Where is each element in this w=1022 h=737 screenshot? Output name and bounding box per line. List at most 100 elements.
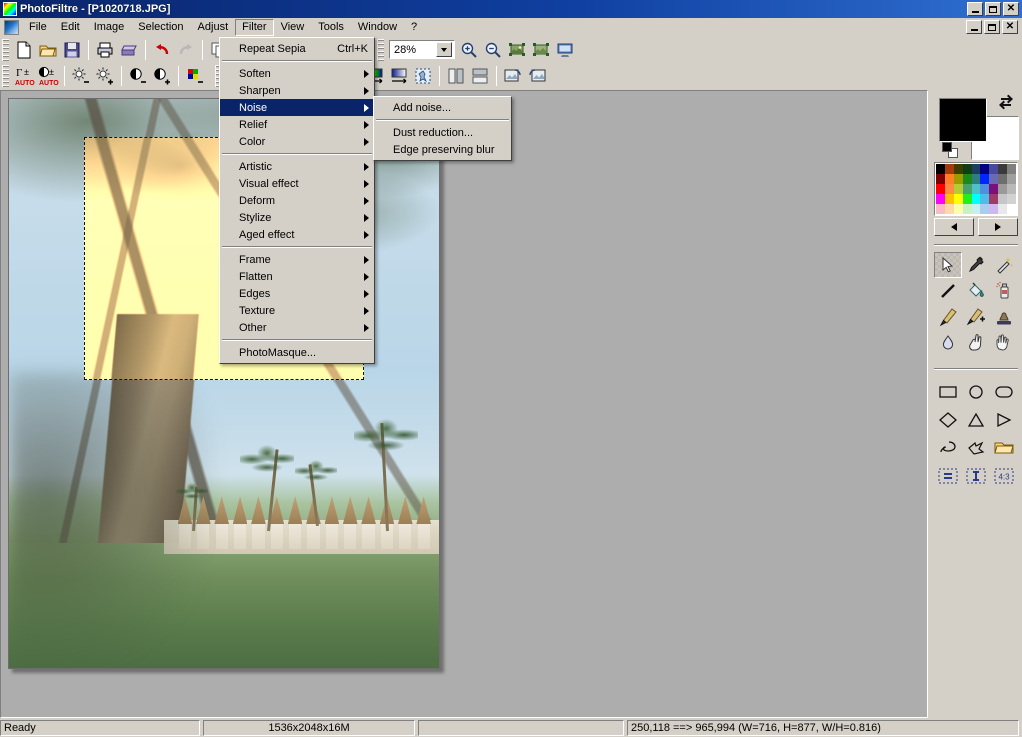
palette-swatch[interactable] [953, 184, 963, 194]
menu-file[interactable]: File [22, 19, 54, 36]
palette-swatch[interactable] [953, 174, 963, 184]
palette-swatch[interactable] [936, 194, 945, 204]
menu-item-edge-preserving-blur[interactable]: Edge preserving blur [374, 141, 511, 158]
mdi-restore-button[interactable] [984, 20, 1000, 34]
palette-swatch[interactable] [998, 204, 1008, 214]
auto-levels-button[interactable]: Γ ± AUTO [12, 64, 36, 87]
triangle-selection[interactable] [962, 406, 990, 434]
palette-swatch[interactable] [980, 174, 990, 184]
minimize-button[interactable] [967, 2, 983, 16]
palette-swatch[interactable] [971, 204, 981, 214]
open-button[interactable] [36, 38, 60, 61]
menu-item-visual-effect[interactable]: Visual effect [220, 175, 374, 192]
zoom-out-button[interactable] [481, 38, 505, 61]
foreground-color-swatch[interactable] [939, 98, 987, 142]
contrast-up-button[interactable] [150, 64, 174, 87]
flip-horizontal-button[interactable] [444, 64, 468, 87]
actual-size-button[interactable] [529, 38, 553, 61]
toolbar-grip[interactable] [2, 64, 9, 87]
palette-swatch[interactable] [980, 164, 990, 174]
menu-item-relief[interactable]: Relief [220, 116, 374, 133]
palette-swatch[interactable] [971, 174, 981, 184]
print-button[interactable] [93, 38, 117, 61]
palette-swatch[interactable] [953, 164, 963, 174]
spray-tool[interactable] [990, 278, 1018, 304]
palette-swatch[interactable] [980, 204, 990, 214]
palette-swatch[interactable] [944, 164, 954, 174]
menu-image[interactable]: Image [87, 19, 132, 36]
polygon-selection[interactable] [962, 434, 990, 462]
filter-dropdown-menu[interactable]: Repeat Sepia Ctrl+K Soften Sharpen Noise Reli… [219, 37, 375, 364]
palette-swatch[interactable] [1007, 174, 1016, 184]
rotate-right-button[interactable] [525, 64, 549, 87]
close-button[interactable]: ✕ [1003, 2, 1019, 16]
load-selection[interactable] [990, 434, 1018, 462]
palette-swatch[interactable] [936, 184, 945, 194]
palette-swatch[interactable] [1007, 164, 1016, 174]
paint-bucket-tool[interactable] [962, 278, 990, 304]
menu-adjust[interactable]: Adjust [191, 19, 236, 36]
brightness-down-button[interactable] [69, 64, 93, 87]
menu-item-frame[interactable]: Frame [220, 251, 374, 268]
undo-button[interactable] [150, 38, 174, 61]
palette-swatch[interactable] [962, 174, 972, 184]
palette-swatch[interactable] [1007, 184, 1016, 194]
palette-swatch[interactable] [953, 194, 963, 204]
flip-vertical-button[interactable] [468, 64, 492, 87]
palette-swatch[interactable] [1007, 204, 1016, 214]
ellipse-selection[interactable] [962, 378, 990, 406]
contrast-down-button[interactable] [126, 64, 150, 87]
menu-item-other[interactable]: Other [220, 319, 374, 336]
color-balance-button[interactable] [183, 64, 207, 87]
palette-swatch[interactable] [953, 204, 963, 214]
menu-item-photomasque[interactable]: PhotoMasque... [220, 344, 374, 361]
menu-window[interactable]: Window [351, 19, 404, 36]
toolbar-grip[interactable] [377, 38, 384, 61]
palette-swatch[interactable] [962, 164, 972, 174]
fixed-size-selection[interactable] [962, 462, 990, 490]
palette-swatch[interactable] [989, 174, 999, 184]
menu-view[interactable]: View [274, 19, 312, 36]
diamond-selection[interactable] [934, 406, 962, 434]
linear-gradient-button[interactable] [387, 64, 411, 87]
document-icon[interactable] [4, 20, 19, 35]
waterdrop-tool[interactable] [934, 330, 962, 356]
palette-swatch[interactable] [944, 184, 954, 194]
palette-swatch[interactable] [989, 204, 999, 214]
menu-item-repeat-sepia[interactable]: Repeat Sepia Ctrl+K [220, 40, 374, 57]
palette-swatch[interactable] [944, 174, 954, 184]
menu-item-flatten[interactable]: Flatten [220, 268, 374, 285]
default-colors-icon[interactable] [942, 142, 960, 158]
menu-item-deform[interactable]: Deform [220, 192, 374, 209]
palette-swatch[interactable] [989, 164, 999, 174]
palette-swatch[interactable] [971, 164, 981, 174]
lasso-selection[interactable] [934, 434, 962, 462]
palette-swatch[interactable] [989, 194, 999, 204]
new-button[interactable] [12, 38, 36, 61]
fit-image-button[interactable] [505, 38, 529, 61]
palette-swatch[interactable] [936, 174, 945, 184]
palette-swatch[interactable] [998, 174, 1008, 184]
mdi-minimize-button[interactable] [966, 20, 982, 34]
menu-item-stylize[interactable]: Stylize [220, 209, 374, 226]
chevron-down-icon[interactable] [436, 42, 452, 57]
brightness-up-button[interactable] [93, 64, 117, 87]
rounded-rectangle-selection[interactable] [990, 378, 1018, 406]
hand-tool[interactable] [990, 330, 1018, 356]
select-tool[interactable] [934, 252, 962, 278]
menu-item-texture[interactable]: Texture [220, 302, 374, 319]
menu-edit[interactable]: Edit [54, 19, 87, 36]
menu-item-dust-reduction[interactable]: Dust reduction... [374, 124, 511, 141]
menu-selection[interactable]: Selection [131, 19, 190, 36]
palette-swatch[interactable] [944, 194, 954, 204]
eyedropper-tool[interactable] [962, 252, 990, 278]
palette-swatch[interactable] [998, 184, 1008, 194]
line-tool[interactable] [934, 278, 962, 304]
toolbar-grip[interactable] [2, 38, 9, 61]
menu-item-noise[interactable]: Noise [220, 99, 374, 116]
palette-swatch[interactable] [971, 184, 981, 194]
right-triangle-selection[interactable] [990, 406, 1018, 434]
menu-item-aged-effect[interactable]: Aged effect [220, 226, 374, 243]
palette-next-button[interactable] [978, 218, 1018, 236]
advanced-brush-tool[interactable] [962, 304, 990, 330]
